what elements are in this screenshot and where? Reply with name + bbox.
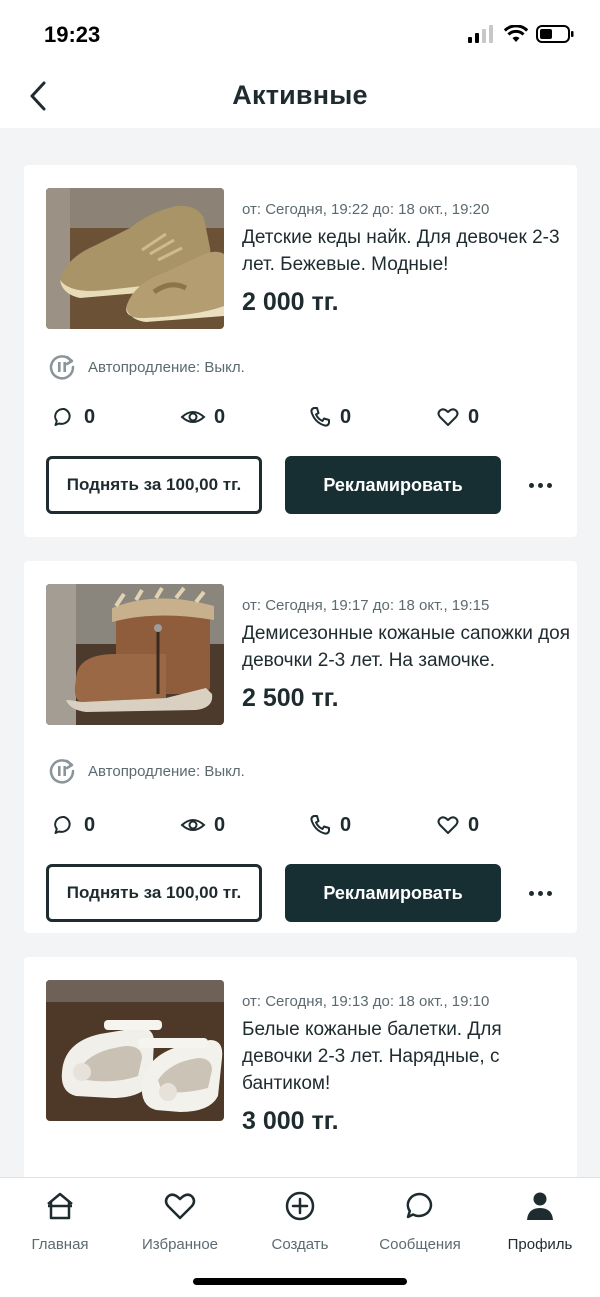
heart-icon — [164, 1193, 196, 1220]
listing-card[interactable]: от: Сегодня, 19:22 до: 18 окт., 19:20 Де… — [24, 165, 577, 537]
listing-actions: Поднять за 100,00 тг. Рекламировать — [46, 864, 556, 922]
more-dot — [537, 890, 543, 896]
chat-icon — [406, 1192, 433, 1219]
home-icon — [47, 1192, 73, 1220]
raise-button[interactable]: Поднять за 100,00 тг. — [46, 456, 262, 514]
promote-button[interactable]: Рекламировать — [285, 864, 501, 922]
listing-photo[interactable] — [46, 188, 224, 329]
autorenew-label: Автопродление: Выкл. — [88, 358, 245, 376]
autorenew-pause-icon — [49, 355, 75, 380]
stat-messages-count: 0 — [84, 813, 96, 836]
autorenew-status[interactable]: Автопродление: Выкл. — [48, 353, 245, 381]
tab-profile[interactable]: Профиль — [480, 1188, 600, 1253]
listing-stats: 0 0 0 0 — [52, 405, 522, 431]
stat-messages: 0 — [52, 813, 95, 837]
tab-favorites[interactable]: Избранное — [120, 1188, 240, 1253]
listing-meta: от: Сегодня, 19:22 до: 18 окт., 19:20 Де… — [242, 201, 572, 317]
listing-price: 2 500 тг. — [242, 684, 339, 712]
tab-create-label: Создать — [271, 1236, 329, 1253]
listing-photo[interactable] — [46, 584, 224, 725]
heart-icon — [437, 816, 459, 834]
tab-create[interactable]: Создать — [240, 1188, 360, 1253]
more-dot — [537, 482, 543, 488]
autorenew-pause-icon — [49, 759, 75, 784]
listing-meta: от: Сегодня, 19:13 до: 18 окт., 19:10 Бе… — [242, 993, 572, 1136]
stat-views-count: 0 — [214, 813, 226, 836]
listing-title[interactable]: Демисезонные кожаные сапожки доя девочки… — [242, 620, 572, 674]
more-options-button[interactable] — [523, 474, 557, 496]
listing-price: 3 000 тг. — [242, 1107, 339, 1135]
tab-home-label: Главная — [31, 1236, 89, 1253]
tab-profile-label: Профиль — [507, 1236, 573, 1253]
plus-circle-icon — [285, 1191, 315, 1221]
tab-favorites-label: Избранное — [141, 1236, 219, 1253]
listing-photo[interactable] — [46, 980, 224, 1121]
eye-icon — [180, 411, 206, 423]
profile-icon — [527, 1192, 553, 1220]
stat-favorites: 0 — [436, 405, 479, 429]
stat-favorites: 0 — [436, 813, 479, 837]
more-options-button[interactable] — [523, 882, 557, 904]
listing-list: от: Сегодня, 19:22 до: 18 окт., 19:20 Де… — [24, 165, 577, 1281]
tab-messages[interactable]: Сообщения — [360, 1188, 480, 1253]
listing-card[interactable]: от: Сегодня, 19:17 до: 18 окт., 19:15 Де… — [24, 561, 577, 933]
more-dot — [528, 890, 534, 896]
battery-icon — [536, 25, 574, 43]
phone-icon — [310, 407, 330, 427]
chat-icon — [54, 815, 71, 834]
more-dot — [546, 890, 552, 896]
stat-messages-count: 0 — [84, 405, 96, 428]
autorenew-status[interactable]: Автопродление: Выкл. — [48, 757, 245, 785]
listing-dates: от: Сегодня, 19:17 до: 18 окт., 19:15 — [242, 597, 490, 614]
tab-messages-label: Сообщения — [379, 1236, 461, 1253]
stat-calls: 0 — [308, 405, 351, 429]
listing-title[interactable]: Белые кожаные балетки. Для девочки 2-3 л… — [242, 1016, 572, 1097]
chat-icon — [54, 407, 71, 426]
stat-calls-count: 0 — [340, 813, 352, 836]
listing-actions: Поднять за 100,00 тг. Рекламировать — [46, 456, 556, 514]
raise-button[interactable]: Поднять за 100,00 тг. — [46, 864, 262, 922]
phone-icon — [310, 815, 330, 835]
listing-title[interactable]: Детские кеды найк. Для девочек 2-3 лет. … — [242, 224, 572, 278]
listing-price: 2 000 тг. — [242, 288, 339, 316]
listing-dates: от: Сегодня, 19:22 до: 18 окт., 19:20 — [242, 201, 490, 218]
heart-icon — [437, 408, 459, 426]
autorenew-label: Автопродление: Выкл. — [88, 762, 245, 780]
status-bar: 19:23 — [0, 0, 600, 64]
stat-views: 0 — [180, 405, 225, 429]
listing-dates: от: Сегодня, 19:13 до: 18 окт., 19:10 — [242, 993, 490, 1010]
page-title: Активные — [232, 80, 368, 110]
eye-icon — [180, 819, 206, 831]
signal-icon — [468, 25, 493, 43]
more-dot — [528, 482, 534, 488]
home-indicator — [193, 1278, 407, 1285]
stat-views: 0 — [180, 813, 225, 837]
stat-calls: 0 — [308, 813, 351, 837]
wifi-icon — [504, 25, 528, 42]
listing-meta: от: Сегодня, 19:17 до: 18 окт., 19:15 Де… — [242, 597, 572, 713]
promote-button[interactable]: Рекламировать — [285, 456, 501, 514]
stat-messages: 0 — [52, 405, 95, 429]
stat-views-count: 0 — [214, 405, 226, 428]
status-icons — [468, 24, 574, 44]
more-dot — [546, 482, 552, 488]
tab-home[interactable]: Главная — [0, 1188, 120, 1253]
header: Активные — [0, 64, 600, 128]
status-time: 19:23 — [44, 22, 101, 47]
stat-calls-count: 0 — [340, 405, 352, 428]
stat-favorites-count: 0 — [468, 813, 480, 836]
listing-stats: 0 0 0 0 — [52, 813, 522, 839]
stat-favorites-count: 0 — [468, 405, 480, 428]
